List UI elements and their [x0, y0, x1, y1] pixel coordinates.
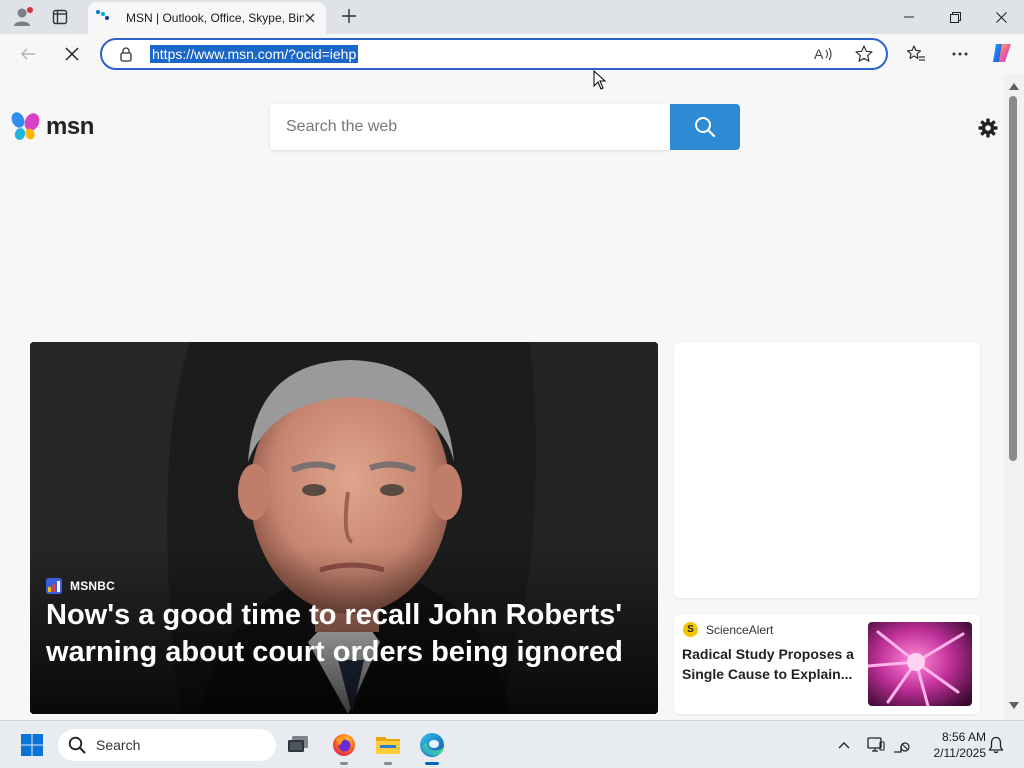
minimize-button[interactable] [886, 0, 932, 34]
firefox-taskbar-button[interactable] [328, 729, 360, 765]
search-icon [68, 736, 86, 754]
file-explorer-taskbar-button[interactable] [372, 729, 404, 765]
hero-story-card[interactable]: MSNBC Now's a good time to recall John R… [30, 342, 658, 714]
msn-favicon [96, 10, 112, 26]
edge-icon [420, 733, 444, 757]
msn-logo[interactable]: msn [10, 112, 94, 142]
taskbar-search-label: Search [96, 737, 141, 753]
notification-bell-icon [988, 736, 1004, 754]
msnbc-logo-icon [46, 578, 62, 594]
navigation-bar: https://www.msn.com/?ocid=iehp A [0, 34, 1024, 74]
search-icon [695, 117, 716, 138]
restore-icon [949, 11, 961, 23]
msn-butterfly-icon [11, 112, 40, 140]
notifications-button[interactable] [986, 735, 1006, 755]
news-card-source: S ScienceAlert [683, 622, 773, 637]
close-window-icon [995, 11, 1007, 23]
display-icon [867, 737, 885, 752]
search-button[interactable] [670, 104, 740, 150]
news-card-thumbnail [868, 622, 972, 706]
sciencealert-logo-icon: S [683, 622, 698, 637]
back-icon [20, 48, 35, 60]
running-indicator [384, 762, 392, 765]
url-text[interactable]: https://www.msn.com/?ocid=iehp [150, 45, 359, 63]
favorites-icon [906, 45, 925, 61]
more-options-button[interactable] [946, 40, 974, 68]
close-tab-button[interactable] [302, 10, 318, 26]
web-search-box[interactable] [270, 104, 670, 150]
read-aloud-button[interactable]: A [814, 45, 834, 63]
settings-gear-icon [978, 118, 998, 138]
hero-source[interactable]: MSNBC [46, 578, 115, 594]
running-indicator [340, 762, 348, 765]
favorite-star-icon[interactable] [854, 44, 874, 64]
tab-title: MSN | Outlook, Office, Skype, Bing [126, 11, 304, 25]
taskbar: Search 8:56 AM 2/11/2025 [0, 720, 1024, 768]
more-icon [952, 52, 968, 56]
title-bar: MSN | Outlook, Office, Skype, Bing [0, 0, 1024, 34]
minimize-icon [904, 16, 914, 18]
read-aloud-icon: A [814, 46, 832, 62]
favorites-button[interactable] [902, 40, 930, 68]
profile-button[interactable] [8, 5, 36, 29]
search-input[interactable] [270, 104, 670, 150]
settings-button[interactable] [976, 116, 1000, 140]
close-tab-icon [305, 13, 315, 23]
tab-actions-button[interactable] [46, 5, 74, 29]
windows-start-icon[interactable] [20, 733, 44, 757]
restore-button[interactable] [932, 0, 978, 34]
news-card-title[interactable]: Radical Study Proposes a Single Cause to… [682, 644, 858, 684]
chevron-up-icon [838, 742, 850, 749]
file-explorer-icon [376, 737, 400, 754]
news-card[interactable]: S ScienceAlert Radical Study Proposes a … [674, 614, 980, 714]
close-window-button[interactable] [978, 0, 1024, 34]
scrollbar-thumb[interactable] [1009, 96, 1017, 461]
hero-source-name: MSNBC [70, 579, 115, 593]
edge-taskbar-button[interactable] [416, 729, 448, 765]
task-view-icon [288, 736, 308, 752]
page-scrollbar[interactable] [1004, 74, 1024, 720]
tab-msn[interactable]: MSN | Outlook, Office, Skype, Bing [88, 2, 326, 34]
task-view-button[interactable] [282, 729, 314, 761]
scroll-up-arrow-icon[interactable] [1008, 80, 1020, 92]
active-indicator [425, 762, 439, 765]
scroll-down-arrow-icon[interactable] [1008, 700, 1020, 712]
stop-loading-icon [65, 47, 79, 61]
taskbar-search[interactable]: Search [58, 729, 276, 761]
address-bar[interactable]: https://www.msn.com/?ocid=iehp A [100, 38, 888, 70]
display-tray-button[interactable] [866, 735, 886, 755]
show-hidden-icons-button[interactable] [834, 735, 854, 755]
svg-text:A: A [814, 46, 824, 62]
mouse-cursor-icon [593, 70, 607, 90]
stop-loading-button[interactable] [58, 40, 86, 68]
clock-time: 8:56 AM [941, 730, 986, 744]
hero-headline[interactable]: Now's a good time to recall John Roberts… [46, 597, 636, 671]
logo-text: msn [46, 113, 94, 140]
system-clock[interactable]: 8:56 AM 2/11/2025 [918, 729, 987, 761]
news-card-source-name: ScienceAlert [706, 622, 774, 637]
network-icon [894, 742, 910, 753]
firefox-icon [333, 734, 355, 756]
right-rail-card [674, 342, 980, 598]
msn-page: msn Search the web MSNBC Now's a good ti… [0, 74, 1004, 720]
back-button[interactable] [14, 40, 42, 68]
notification-dot [27, 7, 33, 13]
clock-date: 2/11/2025 [933, 746, 987, 760]
new-tab-icon [342, 9, 356, 23]
network-tray-button[interactable] [892, 735, 912, 755]
tab-actions-icon [52, 9, 68, 25]
copilot-icon[interactable] [990, 41, 1014, 65]
lock-icon[interactable] [118, 46, 134, 62]
new-tab-button[interactable] [338, 5, 360, 27]
